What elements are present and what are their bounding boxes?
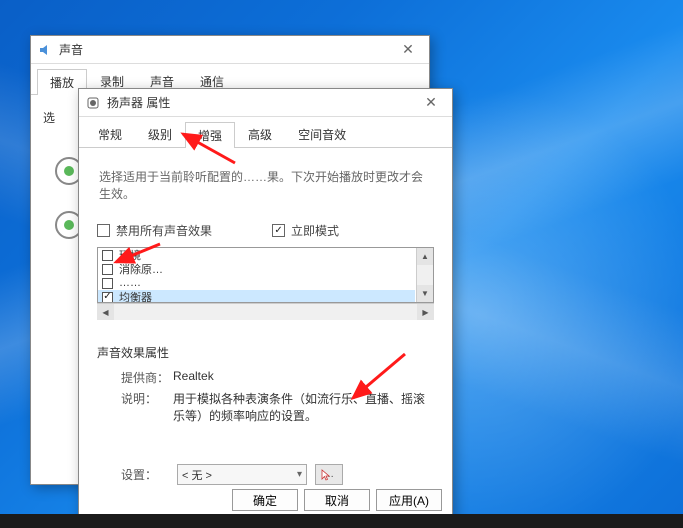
settings-selected: < 无 >: [182, 467, 212, 483]
desc-label: 说明：: [121, 390, 173, 424]
sound-icon: [37, 42, 53, 58]
settings-combobox[interactable]: < 无 >: [177, 464, 307, 485]
sound-titlebar: 声音 ✕: [31, 36, 429, 64]
tab-spatial[interactable]: 空间音效: [285, 121, 359, 147]
effect-item-3[interactable]: ……: [98, 276, 415, 290]
speaker-icon: [85, 95, 101, 111]
effect-checkbox-voice[interactable]: [102, 264, 113, 275]
scroll-h-track[interactable]: [114, 304, 417, 320]
sound-title: 声音: [59, 41, 393, 58]
provider-value: Realtek: [173, 369, 434, 386]
tab-enhance[interactable]: 增强: [185, 122, 235, 148]
effects-listbox[interactable]: 环境 消除原… …… 均衡器 ▲ ▼: [97, 247, 434, 303]
settings-label: 设置：: [121, 466, 177, 483]
effect-properties-title: 声音效果属性: [97, 344, 434, 361]
apply-button[interactable]: 应用(A): [376, 489, 442, 511]
speaker-close-button[interactable]: ✕: [416, 93, 446, 113]
scroll-right-button[interactable]: ▶: [417, 304, 434, 320]
speaker-dialog-buttons: 确定 取消 应用(A): [232, 489, 442, 511]
enhance-description: 选择适用于当前聆听配置的……果。下次开始播放时更改才会生效。: [99, 168, 434, 202]
provider-row: 提供商： Realtek: [121, 369, 434, 386]
effects-list: 环境 消除原… …… 均衡器: [98, 248, 415, 302]
sound-close-button[interactable]: ✕: [393, 40, 423, 60]
effect-label-voice: 消除原…: [119, 261, 163, 277]
disable-all-effects-label: 禁用所有声音效果: [116, 222, 212, 239]
instant-mode-label: 立即模式: [291, 222, 339, 239]
effects-horizontal-scrollbar[interactable]: ◀ ▶: [97, 303, 434, 320]
disable-all-effects-checkbox[interactable]: [97, 224, 110, 237]
speaker-content: 选择适用于当前聆听配置的……果。下次开始播放时更改才会生效。 禁用所有声音效果 …: [79, 148, 452, 497]
instant-mode-checkbox[interactable]: [272, 224, 285, 237]
speaker-titlebar: 扬声器 属性 ✕: [79, 89, 452, 117]
effect-checkbox-equalizer[interactable]: [102, 292, 113, 303]
effect-item-env[interactable]: 环境: [98, 248, 415, 262]
effect-item-voice[interactable]: 消除原…: [98, 262, 415, 276]
settings-ellipsis-button[interactable]: …: [315, 464, 343, 485]
tab-level[interactable]: 级别: [135, 121, 185, 147]
effect-checkbox-env[interactable]: [102, 250, 113, 261]
speaker-tabs: 常规 级别 增强 高级 空间音效: [79, 117, 452, 148]
scroll-down-button[interactable]: ▼: [417, 285, 433, 302]
effect-label-equalizer: 均衡器: [119, 289, 152, 303]
instant-mode-row[interactable]: 立即模式: [272, 222, 339, 239]
scroll-v-track[interactable]: [417, 265, 433, 285]
tab-advanced[interactable]: 高级: [235, 121, 285, 147]
effect-properties-group: 声音效果属性 提供商： Realtek 说明： 用于模拟各种表演条件（如流行乐、…: [97, 344, 434, 424]
tab-general[interactable]: 常规: [85, 121, 135, 147]
cancel-button[interactable]: 取消: [304, 489, 370, 511]
speaker-properties-dialog: 扬声器 属性 ✕ 常规 级别 增强 高级 空间音效 选择适用于当前聆听配置的………: [78, 88, 453, 520]
taskbar[interactable]: [0, 514, 683, 528]
enhance-topline: 禁用所有声音效果 立即模式: [97, 220, 434, 241]
scroll-left-button[interactable]: ◀: [97, 304, 114, 320]
ok-button[interactable]: 确定: [232, 489, 298, 511]
disable-all-effects-row[interactable]: 禁用所有声音效果: [97, 222, 212, 239]
speaker-title: 扬声器 属性: [107, 94, 416, 111]
cursor-icon: [320, 468, 334, 482]
scroll-up-button[interactable]: ▲: [417, 248, 433, 265]
effect-label-3: ……: [119, 277, 141, 289]
settings-row: 设置： < 无 > …: [121, 464, 434, 485]
provider-label: 提供商：: [121, 369, 173, 386]
desc-value: 用于模拟各种表演条件（如流行乐、直播、摇滚乐等）的频率响应的设置。: [173, 390, 434, 424]
desc-row: 说明： 用于模拟各种表演条件（如流行乐、直播、摇滚乐等）的频率响应的设置。: [121, 390, 434, 424]
effect-item-equalizer[interactable]: 均衡器: [98, 290, 415, 303]
effect-checkbox-3[interactable]: [102, 278, 113, 289]
effects-vertical-scrollbar[interactable]: ▲ ▼: [416, 248, 433, 302]
